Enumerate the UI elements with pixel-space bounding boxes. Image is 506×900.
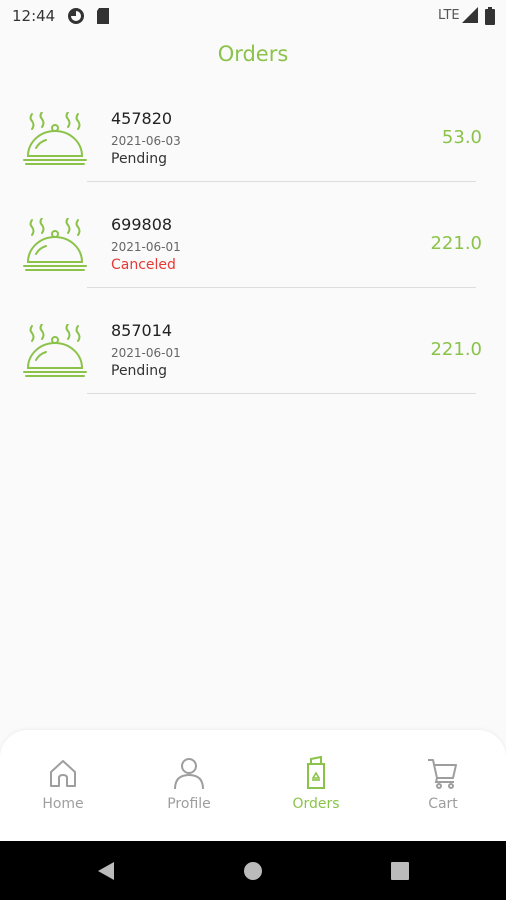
order-row[interactable]: 857014 2021-06-01 Pending 221.0 [0, 306, 506, 412]
nav-item-orders[interactable]: Orders [253, 730, 379, 841]
divider [87, 181, 476, 182]
page-title: Orders [217, 42, 289, 66]
nav-item-home[interactable]: Home [0, 730, 126, 841]
order-total: 221.0 [430, 339, 482, 360]
recents-icon[interactable] [390, 861, 410, 881]
order-status: Pending [111, 363, 167, 379]
order-row[interactable]: 457820 2021-06-03 Pending 53.0 [0, 94, 506, 200]
status-bar: 12:44 LTE [0, 0, 506, 32]
circle-status-icon [68, 8, 84, 24]
nav-label-profile: Profile [167, 796, 211, 812]
order-status: Canceled [111, 257, 176, 273]
nav-label-cart: Cart [428, 796, 458, 812]
network-label: LTE [438, 8, 460, 23]
status-time: 12:44 [12, 7, 56, 25]
divider [87, 287, 476, 288]
order-date: 2021-06-01 [111, 346, 181, 360]
order-status: Pending [111, 151, 167, 167]
home-circle-icon[interactable] [243, 861, 263, 881]
system-navigation-bar [0, 841, 506, 900]
order-id: 857014 [111, 321, 173, 340]
cloche-icon [23, 324, 87, 377]
cloche-icon [23, 112, 87, 165]
user-icon [174, 758, 204, 790]
divider [87, 393, 476, 394]
order-total: 53.0 [441, 127, 482, 148]
order-id: 699808 [111, 215, 173, 234]
nav-label-orders: Orders [292, 796, 340, 812]
battery-icon [485, 7, 495, 25]
nav-item-profile[interactable]: Profile [126, 730, 252, 841]
order-total: 221.0 [430, 233, 482, 254]
order-row[interactable]: 699808 2021-06-01 Canceled 221.0 [0, 200, 506, 306]
order-id: 457820 [111, 109, 173, 128]
order-date: 2021-06-01 [111, 240, 181, 254]
order-date: 2021-06-03 [111, 134, 181, 148]
cloche-icon [23, 218, 87, 271]
signal-icon [462, 7, 478, 23]
bottom-navigation: Home Profile Orders Cart [0, 730, 506, 841]
nav-item-cart[interactable]: Cart [380, 730, 506, 841]
nav-label-home: Home [42, 796, 84, 812]
sd-card-icon [97, 8, 109, 24]
back-icon[interactable] [96, 861, 116, 881]
cart-icon [428, 759, 457, 789]
orders-icon [307, 756, 325, 789]
home-icon [50, 760, 76, 787]
